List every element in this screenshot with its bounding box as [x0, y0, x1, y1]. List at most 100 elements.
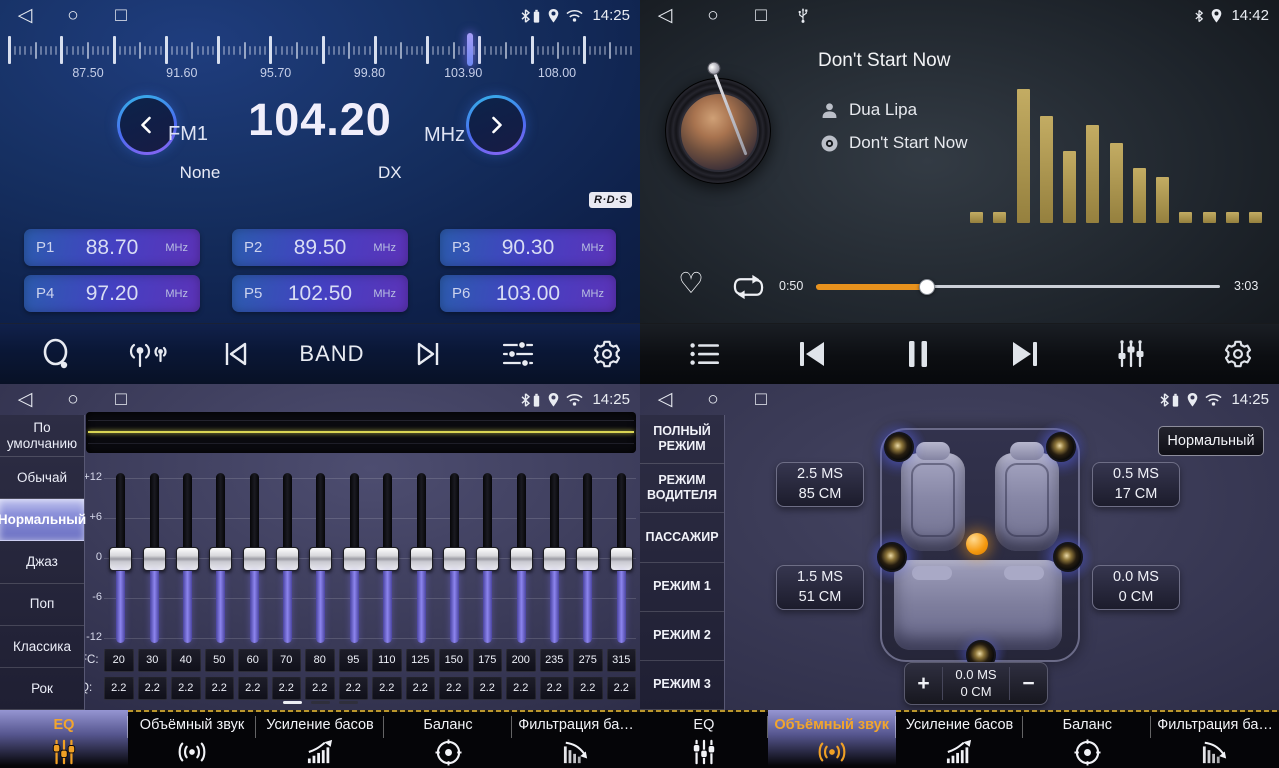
mode-item-2[interactable]: ПАССАЖИР — [640, 513, 724, 562]
mode-item-5[interactable]: РЕЖИМ 3 — [640, 661, 724, 710]
previous-station-button[interactable] — [210, 331, 262, 377]
nav-recents-icon[interactable]: □ — [746, 0, 776, 31]
front-left-delay-box[interactable]: 2.5 MS 85 CM — [776, 462, 864, 507]
slider-thumb[interactable] — [510, 547, 533, 571]
slider-thumb[interactable] — [543, 547, 566, 571]
fc-value-box[interactable]: 315 — [607, 649, 637, 672]
fc-value-box[interactable]: 175 — [473, 649, 503, 672]
next-station-button[interactable] — [402, 331, 454, 377]
pause-button[interactable] — [892, 331, 944, 377]
eq-band-slider[interactable] — [204, 473, 237, 643]
slider-thumb[interactable] — [243, 547, 266, 571]
fc-value-box[interactable]: 80 — [305, 649, 335, 672]
fc-value-box[interactable]: 30 — [138, 649, 168, 672]
fc-value-box[interactable]: 235 — [540, 649, 570, 672]
slider-thumb[interactable] — [276, 547, 299, 571]
band-button[interactable]: BAND — [299, 331, 364, 377]
nav-recents-icon[interactable]: □ — [106, 0, 136, 31]
eq-band-slider[interactable] — [605, 473, 638, 643]
nav-back-icon[interactable]: ◁ — [650, 384, 680, 415]
tune-up-button[interactable] — [466, 95, 526, 155]
fc-value-box[interactable]: 40 — [171, 649, 201, 672]
rear-right-delay-box[interactable]: 0.0 MS 0 CM — [1092, 565, 1180, 610]
mode-item-3[interactable]: РЕЖИМ 1 — [640, 563, 724, 612]
nav-home-icon[interactable]: ○ — [58, 0, 88, 31]
q-value-box[interactable]: 2.2 — [406, 677, 436, 700]
nav-home-icon[interactable]: ○ — [698, 0, 728, 31]
eq-band-slider[interactable] — [238, 473, 271, 643]
rear-left-speaker-icon[interactable] — [877, 542, 907, 572]
tab-surround-sound[interactable]: Объёмный звук — [768, 710, 896, 768]
eq-band-slider[interactable] — [438, 473, 471, 643]
eq-preset-item-1[interactable]: Обычай — [0, 457, 84, 499]
tab-filter[interactable]: Фильтрация ба… — [512, 710, 640, 768]
frequency-dial[interactable] — [8, 35, 632, 65]
q-value-box[interactable]: 2.2 — [171, 677, 201, 700]
fc-value-box[interactable]: 50 — [205, 649, 235, 672]
preset-button-p5[interactable]: P5102.50MHz — [232, 275, 408, 312]
front-right-speaker-icon[interactable] — [1046, 432, 1076, 462]
rear-right-speaker-icon[interactable] — [1053, 542, 1083, 572]
slider-thumb[interactable] — [109, 547, 132, 571]
decrease-delay-button[interactable]: − — [1010, 672, 1047, 696]
page-dot[interactable] — [311, 701, 330, 704]
nav-back-icon[interactable]: ◁ — [10, 0, 40, 31]
preset-button-p6[interactable]: P6103.00MHz — [440, 275, 616, 312]
eq-band-slider[interactable] — [104, 473, 137, 643]
page-dot[interactable] — [339, 701, 358, 704]
front-left-speaker-icon[interactable] — [884, 432, 914, 462]
slider-thumb[interactable] — [309, 547, 332, 571]
eq-band-slider[interactable] — [137, 473, 170, 643]
eq-preset-item-4[interactable]: Поп — [0, 584, 84, 626]
playlist-button[interactable] — [679, 331, 731, 377]
tab-balance[interactable]: Баланс — [384, 710, 512, 768]
eq-band-slider[interactable] — [371, 473, 404, 643]
slider-thumb[interactable] — [410, 547, 433, 571]
fc-value-box[interactable]: 275 — [573, 649, 603, 672]
progress-thumb[interactable] — [919, 279, 935, 295]
audio-settings-button[interactable] — [492, 331, 544, 377]
slider-thumb[interactable] — [143, 547, 166, 571]
fc-value-box[interactable]: 110 — [372, 649, 402, 672]
slider-thumb[interactable] — [376, 547, 399, 571]
q-value-box[interactable]: 2.2 — [439, 677, 469, 700]
eq-preset-item-6[interactable]: Рок — [0, 668, 84, 710]
soundfield-preset-button[interactable]: Нормальный — [1158, 426, 1264, 456]
q-value-box[interactable]: 2.2 — [305, 677, 335, 700]
settings-button[interactable] — [1212, 331, 1264, 377]
eq-band-slider[interactable] — [538, 473, 571, 643]
q-value-box[interactable]: 2.2 — [104, 677, 134, 700]
q-value-box[interactable]: 2.2 — [506, 677, 536, 700]
eq-band-slider[interactable] — [304, 473, 337, 643]
front-right-delay-box[interactable]: 0.5 MS 17 CM — [1092, 462, 1180, 507]
q-value-box[interactable]: 2.2 — [473, 677, 503, 700]
page-dot[interactable] — [283, 701, 302, 704]
nav-recents-icon[interactable]: □ — [746, 384, 776, 415]
next-track-button[interactable] — [999, 331, 1051, 377]
mixer-button[interactable] — [1105, 331, 1157, 377]
eq-band-slider[interactable] — [171, 473, 204, 643]
q-value-box[interactable]: 2.2 — [540, 677, 570, 700]
nav-back-icon[interactable]: ◁ — [10, 384, 40, 415]
nav-home-icon[interactable]: ○ — [58, 384, 88, 415]
eq-preset-item-2[interactable]: Нормальный — [0, 499, 84, 541]
dial-pointer[interactable] — [467, 33, 473, 66]
slider-thumb[interactable] — [343, 547, 366, 571]
preset-button-p1[interactable]: P188.70MHz — [24, 229, 200, 266]
preset-button-p2[interactable]: P289.50MHz — [232, 229, 408, 266]
eq-band-slider[interactable] — [471, 473, 504, 643]
eq-preset-item-3[interactable]: Джаз — [0, 541, 84, 583]
q-value-box[interactable]: 2.2 — [573, 677, 603, 700]
fc-value-box[interactable]: 125 — [406, 649, 436, 672]
settings-button[interactable] — [581, 331, 633, 377]
eq-band-slider[interactable] — [404, 473, 437, 643]
fc-value-box[interactable]: 200 — [506, 649, 536, 672]
q-value-box[interactable]: 2.2 — [339, 677, 369, 700]
favorite-button[interactable]: ♡ — [678, 266, 704, 301]
tab-balance[interactable]: Баланс — [1023, 710, 1151, 768]
nav-home-icon[interactable]: ○ — [698, 384, 728, 415]
fc-value-box[interactable]: 60 — [238, 649, 268, 672]
tab-eq[interactable]: EQ — [640, 710, 768, 768]
q-value-box[interactable]: 2.2 — [372, 677, 402, 700]
q-value-box[interactable]: 2.2 — [607, 677, 637, 700]
